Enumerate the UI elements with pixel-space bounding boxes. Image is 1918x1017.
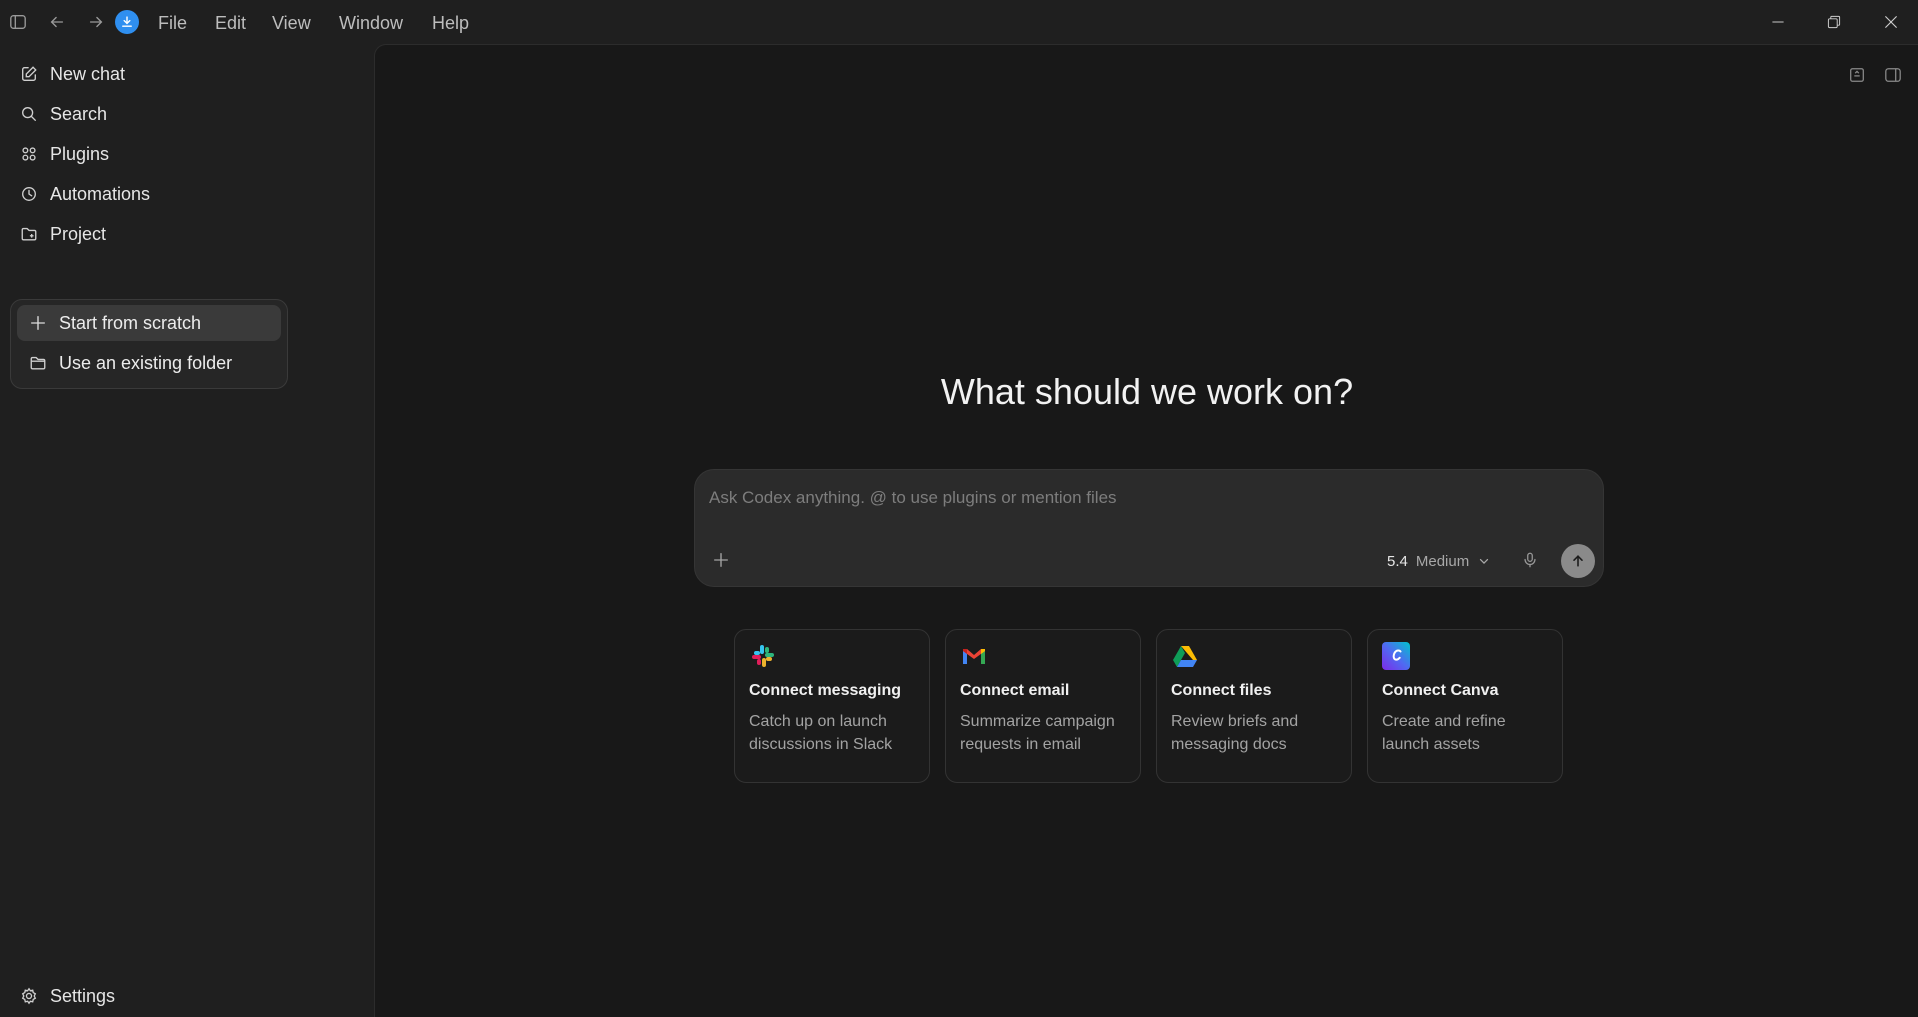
attach-plus-icon[interactable] [709, 548, 733, 572]
grid-icon [22, 147, 36, 161]
menu-item-use-existing-folder[interactable]: Use an existing folder [17, 345, 281, 381]
sidebar-item-label: New chat [50, 63, 126, 84]
sidebar-item-search[interactable]: Search [20, 98, 107, 130]
sidebar-item-label: Automations [50, 183, 151, 204]
plus-icon [31, 316, 45, 330]
card-description: Review briefs and messaging docs [1171, 713, 1299, 753]
sidebar-item-plugins[interactable]: Plugins [20, 138, 109, 170]
sidebar-toggle-icon[interactable] [8, 12, 28, 32]
folder-icon [30, 356, 46, 370]
chevron-down-icon [1480, 558, 1489, 564]
gear-icon [21, 987, 37, 1005]
restore-icon[interactable] [1822, 10, 1846, 34]
right-panel-toggle-icon[interactable] [1883, 65, 1903, 85]
back-arrow-icon[interactable] [47, 12, 67, 32]
sidebar-item-automations[interactable]: Automations [20, 178, 150, 210]
menu-help[interactable]: Help [432, 13, 469, 34]
sidebar-item-new-chat[interactable]: New chat [20, 58, 125, 90]
card-title: Connect files [1171, 682, 1272, 699]
terminal-panel-icon[interactable] [1847, 65, 1867, 85]
arrow-up-icon [1573, 555, 1583, 567]
main-panel: What should we work on? 5.4 Medium [374, 44, 1918, 1017]
settings-label: Settings [50, 985, 116, 1006]
prompt-input[interactable] [707, 482, 1591, 514]
card-description: Create and refine launch assets [1382, 713, 1506, 753]
menu-item-label: Start from scratch [59, 312, 202, 333]
download-update-icon[interactable] [115, 10, 139, 34]
card-title: Connect messaging [749, 682, 902, 699]
send-button[interactable] [1561, 544, 1595, 578]
connect-canva-card[interactable]: Connect Canva Create and refine launch a… [1367, 629, 1563, 783]
sidebar-item-label: Search [50, 103, 108, 124]
title-bar: File Edit View Window Help [0, 0, 1918, 44]
card-title: Connect Canva [1382, 682, 1499, 699]
forward-arrow-icon[interactable] [86, 12, 106, 32]
slack-icon [752, 645, 774, 667]
menu-item-start-from-scratch[interactable]: Start from scratch [17, 305, 281, 341]
menu-item-label: Use an existing folder [59, 352, 233, 373]
google-drive-icon [1173, 646, 1197, 667]
sidebar-item-label: Plugins [50, 143, 110, 164]
card-description: Summarize campaign requests in email [960, 713, 1115, 753]
search-icon [22, 107, 36, 121]
edit-icon [22, 66, 37, 81]
minimize-icon[interactable] [1766, 10, 1790, 34]
connect-email-card[interactable]: Connect email Summarize campaign request… [945, 629, 1141, 783]
microphone-icon[interactable] [1518, 548, 1542, 572]
sidebar-item-project[interactable]: Project [20, 218, 106, 250]
menu-edit[interactable]: Edit [215, 13, 246, 34]
reasoning-level: Medium [1415, 552, 1470, 570]
card-title: Connect email [960, 682, 1070, 699]
sidebar: New chat Search Plugins Automations Proj… [0, 44, 374, 1017]
menu-file[interactable]: File [158, 13, 187, 34]
composer: 5.4 Medium [694, 469, 1604, 587]
canva-icon [1382, 642, 1410, 670]
menu-view[interactable]: View [272, 13, 311, 34]
sidebar-item-settings[interactable]: Settings [20, 980, 115, 1012]
clock-icon [22, 187, 36, 201]
connect-messaging-card[interactable]: Connect messaging Catch up on launch dis… [734, 629, 930, 783]
project-menu-popup: Start from scratch Use an existing folde… [10, 299, 288, 389]
model-selector[interactable]: 5.4 Medium [1387, 550, 1491, 572]
sidebar-item-label: Project [50, 223, 107, 244]
model-version: 5.4 [1387, 552, 1408, 570]
page-title: What should we work on? [940, 371, 1354, 412]
close-icon[interactable] [1879, 10, 1903, 34]
folder-plus-icon [21, 227, 37, 241]
menu-window[interactable]: Window [339, 13, 403, 34]
card-description: Catch up on launch discussions in Slack [749, 713, 893, 753]
gmail-icon [963, 649, 985, 664]
connect-files-card[interactable]: Connect files Review briefs and messagin… [1156, 629, 1352, 783]
